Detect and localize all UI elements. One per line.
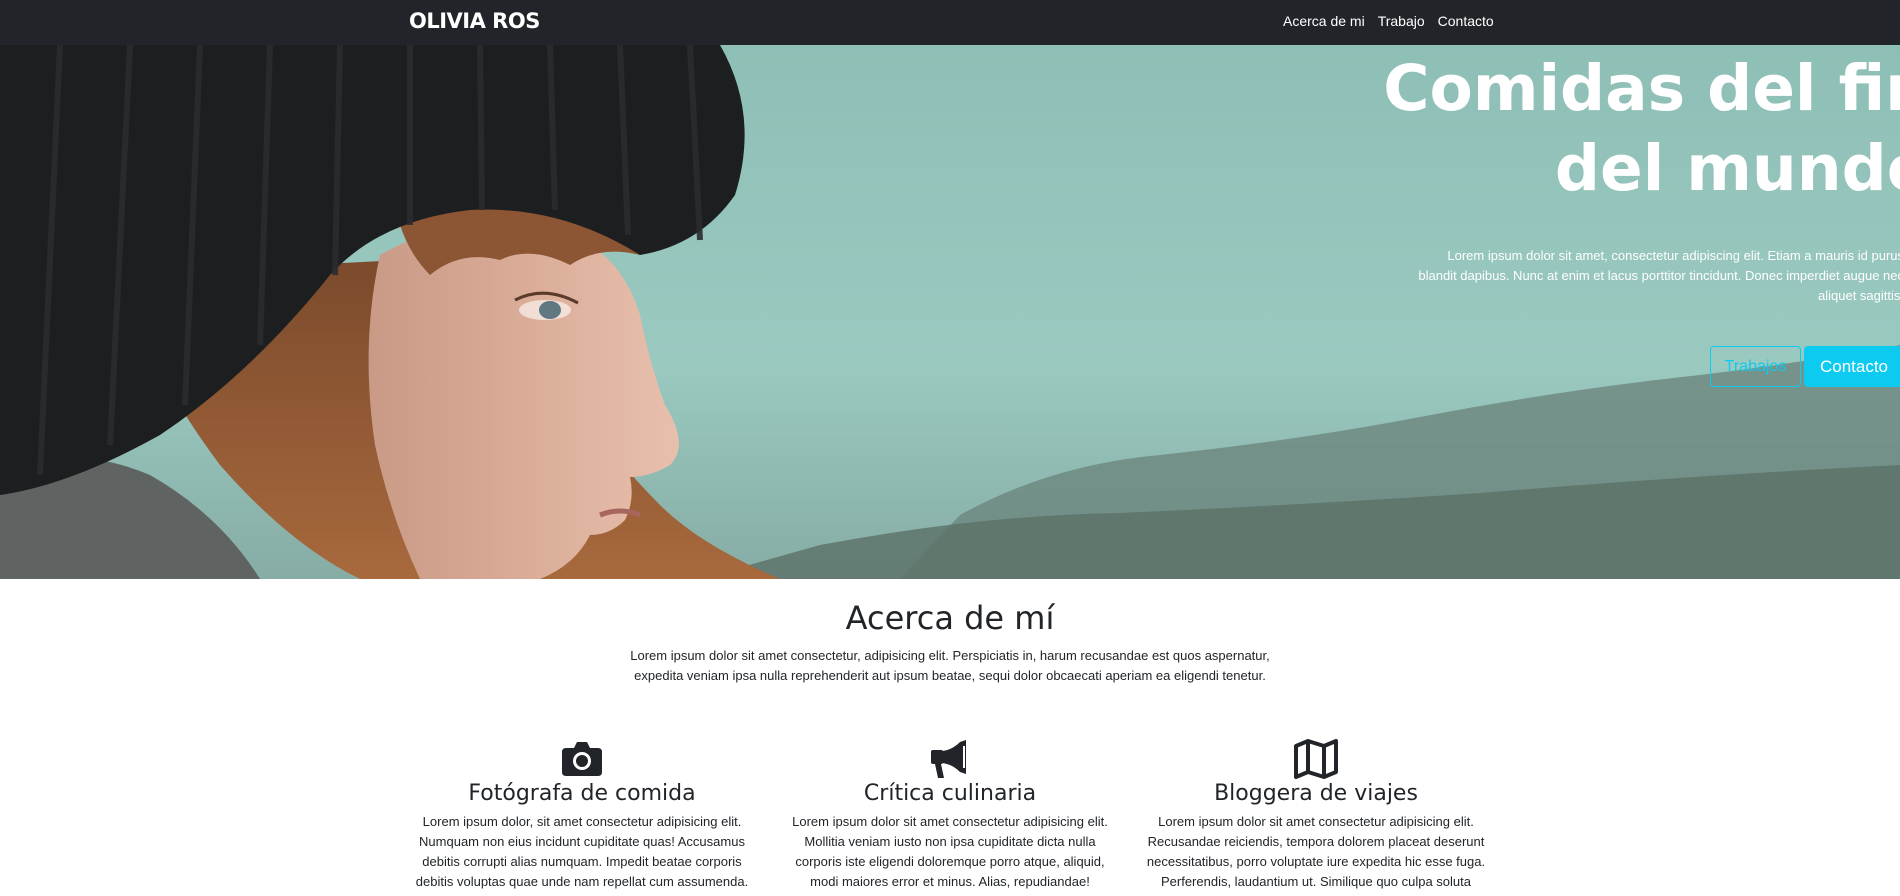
map-icon [1294,739,1338,779]
contact-button[interactable]: Contacto [1804,346,1900,387]
feature-food-photographer: Fotógrafa de comida Lorem ipsum dolor, s… [412,738,752,892]
nav-link-contact[interactable]: Contacto [1438,13,1494,29]
feature-description: Lorem ipsum dolor, sit amet consectetur … [415,814,749,889]
feature-description: Lorem ipsum dolor sit amet consectetur a… [1146,814,1486,889]
nav-link-about[interactable]: Acerca de mi [1283,13,1365,29]
nav-link-work[interactable]: Trabajo [1378,13,1425,29]
feature-title: Crítica culinaria [863,781,1037,806]
feature-food-critic: Crítica culinaria Lorem ipsum dolor sit … [780,738,1120,892]
hero-description: Lorem ipsum dolor sit amet, consectetur … [1418,248,1900,303]
about-description: Lorem ipsum dolor sit amet consectetur, … [630,648,1270,683]
megaphone-icon [931,740,966,778]
hero-section: Comidas del fin del mundo Lorem ipsum do… [0,45,1900,579]
navbar: OLIVIA ROS Acerca de mi Trabajo Contacto [0,0,1900,45]
brand-logo[interactable]: OLIVIA ROS [409,9,540,33]
works-button[interactable]: Trabajos [1710,346,1801,387]
feature-travel-blogger: Bloggera de viajes Lorem ipsum dolor sit… [1146,738,1486,892]
feature-title: Fotógrafa de comida [468,781,696,806]
feature-title: Bloggera de viajes [1214,781,1418,806]
about-title: Acerca de mí [845,599,1055,637]
hero-title: Comidas del fin del mundo [1383,52,1900,205]
nav-links: Acerca de mi Trabajo Contacto [1283,13,1494,29]
feature-description: Lorem ipsum dolor sit amet consectetur a… [792,814,1108,889]
camera-icon [562,742,602,776]
